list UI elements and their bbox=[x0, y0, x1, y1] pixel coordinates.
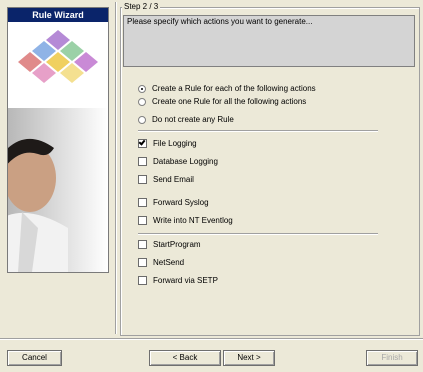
checkbox-forward-syslog[interactable]: Forward Syslog bbox=[138, 197, 209, 208]
checkbox-label: NetSend bbox=[153, 258, 185, 267]
radio-no-rule[interactable]: Do not create any Rule bbox=[138, 114, 234, 125]
back-button[interactable]: < Back bbox=[149, 350, 221, 366]
person-photo bbox=[8, 108, 108, 272]
step-description: Please specify which actions you want to… bbox=[123, 15, 415, 67]
finish-button[interactable]: Finish bbox=[366, 350, 418, 366]
radio-create-rule-each[interactable]: Create a Rule for each of the following … bbox=[138, 83, 316, 94]
checkbox-nt-eventlog[interactable]: Write into NT Eventlog bbox=[138, 215, 233, 226]
checkbox-label: File Logging bbox=[153, 139, 197, 148]
checkbox[interactable] bbox=[138, 175, 147, 184]
checkbox-startprogram[interactable]: StartProgram bbox=[138, 239, 201, 250]
checkbox[interactable] bbox=[138, 258, 147, 267]
separator bbox=[138, 233, 378, 235]
next-button[interactable]: Next > bbox=[223, 350, 275, 366]
checkbox-netsend[interactable]: NetSend bbox=[138, 257, 184, 268]
checkbox[interactable] bbox=[138, 276, 147, 285]
radio-button[interactable] bbox=[138, 84, 146, 93]
checkbox-file-logging[interactable]: File Logging bbox=[138, 138, 197, 149]
vertical-divider bbox=[115, 2, 117, 334]
footer-separator bbox=[0, 338, 423, 340]
radio-label: Create one Rule for all the following ac… bbox=[152, 97, 307, 106]
separator bbox=[138, 130, 378, 132]
checkbox-forward-setp[interactable]: Forward via SETP bbox=[138, 275, 218, 286]
radio-label: Do not create any Rule bbox=[152, 115, 234, 124]
checkbox[interactable] bbox=[138, 157, 147, 166]
wizard-sidebar: Rule Wizard bbox=[7, 7, 109, 273]
wizard-logo bbox=[18, 30, 98, 83]
checkbox-label: Write into NT Eventlog bbox=[153, 216, 233, 225]
checkbox-database-logging[interactable]: Database Logging bbox=[138, 156, 218, 167]
checkbox[interactable] bbox=[138, 216, 147, 225]
radio-label: Create a Rule for each of the following … bbox=[152, 84, 316, 93]
radio-create-one-rule[interactable]: Create one Rule for all the following ac… bbox=[138, 96, 306, 107]
checkbox[interactable] bbox=[138, 198, 147, 207]
cancel-button[interactable]: Cancel bbox=[7, 350, 62, 366]
radio-button[interactable] bbox=[138, 115, 146, 124]
step-label: Step 2 / 3 bbox=[122, 2, 161, 11]
checkbox-label: StartProgram bbox=[153, 240, 201, 249]
checkbox[interactable] bbox=[138, 240, 147, 249]
checkbox-send-email[interactable]: Send Email bbox=[138, 174, 194, 185]
checkbox-label: Send Email bbox=[153, 175, 194, 184]
checkbox-label: Database Logging bbox=[153, 157, 218, 166]
checkbox-label: Forward via SETP bbox=[153, 276, 218, 285]
checkbox-label: Forward Syslog bbox=[153, 198, 209, 207]
radio-button[interactable] bbox=[138, 97, 146, 106]
checkbox[interactable] bbox=[138, 139, 147, 148]
